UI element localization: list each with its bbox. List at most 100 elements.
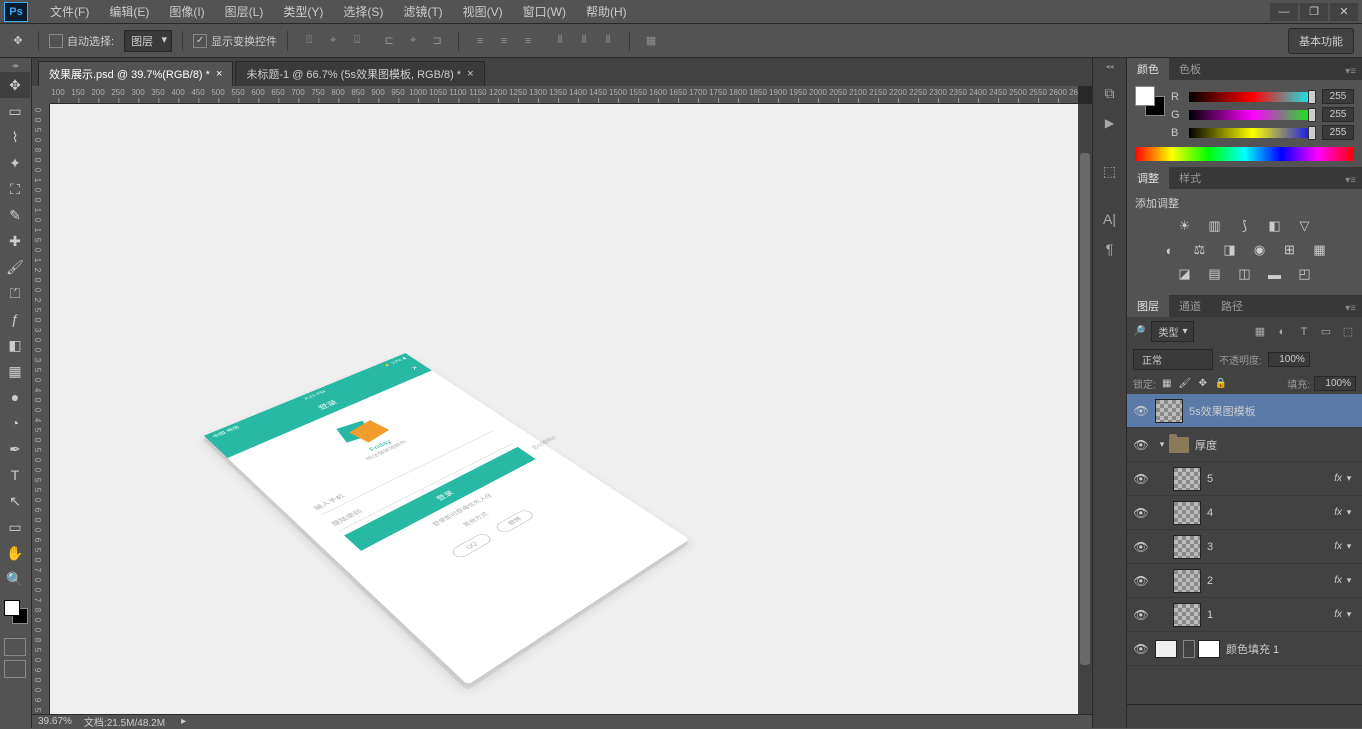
colorlookup-icon[interactable]: ▦ [1310, 241, 1330, 259]
type-tool[interactable]: T [0, 462, 30, 488]
threshold-icon[interactable]: ◫ [1235, 265, 1255, 283]
dist-left-icon[interactable]: ⦀ [549, 30, 571, 52]
menu-file[interactable]: 文件(F) [40, 3, 99, 20]
close-button[interactable]: ✕ [1330, 3, 1358, 21]
dist-vcenter-icon[interactable]: ≡ [493, 30, 515, 52]
g-slider[interactable] [1189, 110, 1316, 120]
colorbalance-icon[interactable]: ⚖ [1190, 241, 1210, 259]
r-slider[interactable] [1189, 92, 1316, 102]
channels-tab[interactable]: 通道 [1169, 295, 1211, 317]
filter-shape-icon[interactable]: ▭ [1318, 324, 1334, 340]
paragraph-panel-icon[interactable]: ¶ [1097, 236, 1123, 262]
actions-panel-icon[interactable]: ▶ [1097, 110, 1123, 136]
move-tool[interactable]: ✥ [0, 72, 30, 98]
lock-transparent-icon[interactable]: ▦ [1160, 377, 1174, 391]
hue-icon[interactable]: ◐ [1160, 241, 1180, 259]
visibility-icon[interactable]: 👁 [1127, 608, 1155, 622]
minimize-button[interactable]: — [1270, 3, 1298, 21]
layer-row[interactable]: 👁颜色填充 1 [1127, 632, 1362, 666]
color-panel-swatches[interactable] [1135, 86, 1165, 116]
visibility-icon[interactable]: 👁 [1127, 642, 1155, 656]
blackwhite-icon[interactable]: ◨ [1220, 241, 1240, 259]
selective-icon[interactable]: ◰ [1295, 265, 1315, 283]
dist-right-icon[interactable]: ⦀ [597, 30, 619, 52]
workspace-button[interactable]: 基本功能 [1288, 28, 1354, 54]
zoom-tool[interactable]: 🔍 [0, 566, 30, 592]
menu-select[interactable]: 选择(S) [333, 3, 393, 20]
move-tool-icon[interactable]: ✥ [8, 31, 28, 51]
auto-align-icon[interactable]: ▦ [640, 30, 662, 52]
layer-row[interactable]: 👁5s效果图模板 [1127, 394, 1362, 428]
fx-badge[interactable]: fx [1334, 473, 1342, 484]
b-slider[interactable] [1189, 128, 1316, 138]
pen-tool[interactable]: ✒ [0, 436, 30, 462]
lock-all-icon[interactable]: 🔒 [1214, 377, 1228, 391]
opacity-value[interactable]: 100% [1268, 352, 1310, 367]
invert-icon[interactable]: ◪ [1175, 265, 1195, 283]
lock-pixels-icon[interactable]: 🖌 [1178, 377, 1192, 391]
curves-icon[interactable]: ⟆ [1235, 217, 1255, 235]
dist-hcenter-icon[interactable]: ⦀ [573, 30, 595, 52]
canvas[interactable]: 中国 电信4:21 PM⚡ 22% ▮ 登录× Friday 找住宿就用软件 输… [50, 104, 1078, 714]
close-icon[interactable]: × [467, 68, 473, 80]
lasso-tool[interactable]: ⌇ [0, 124, 30, 150]
eraser-tool[interactable]: ◧ [0, 332, 30, 358]
align-vcenter-icon[interactable]: ⌖ [322, 30, 344, 52]
align-top-icon[interactable]: ⍐ [298, 30, 320, 52]
marquee-tool[interactable]: ▭ [0, 98, 30, 124]
filter-adjust-icon[interactable]: ◐ [1274, 324, 1290, 340]
crop-tool[interactable]: ⛶ [0, 176, 30, 202]
align-hcenter-icon[interactable]: ⌖ [402, 30, 424, 52]
photofilter-icon[interactable]: ◉ [1250, 241, 1270, 259]
fx-expand-icon[interactable]: ▾ [1342, 609, 1356, 620]
maximize-button[interactable]: ❐ [1300, 3, 1328, 21]
layer-row[interactable]: 👁5fx▾ [1127, 462, 1362, 496]
stamp-tool[interactable]: ⏍ [0, 280, 30, 306]
r-value[interactable]: 255 [1322, 89, 1354, 104]
menu-help[interactable]: 帮助(H) [576, 3, 637, 20]
visibility-icon[interactable]: 👁 [1127, 574, 1155, 588]
shape-tool[interactable]: ▭ [0, 514, 30, 540]
brightness-icon[interactable]: ☀ [1175, 217, 1195, 235]
auto-select-checkbox[interactable]: 自动选择: [49, 33, 114, 49]
dodge-tool[interactable]: ◔ [0, 410, 30, 436]
exposure-icon[interactable]: ◧ [1265, 217, 1285, 235]
history-brush-tool[interactable]: ƒ [0, 306, 30, 332]
swatches-tab[interactable]: 色板 [1169, 58, 1211, 80]
ruler-horizontal[interactable]: 1001502002503003504004505005506006507007… [50, 86, 1078, 104]
channelmixer-icon[interactable]: ⊞ [1280, 241, 1300, 259]
styles-tab[interactable]: 样式 [1169, 167, 1211, 189]
fill-value[interactable]: 100% [1314, 376, 1356, 391]
visibility-icon[interactable]: 👁 [1127, 506, 1155, 520]
layer-row[interactable]: 👁4fx▾ [1127, 496, 1362, 530]
fx-expand-icon[interactable]: ▾ [1342, 575, 1356, 586]
menu-layer[interactable]: 图层(L) [215, 3, 274, 20]
visibility-icon[interactable]: 👁 [1127, 472, 1155, 486]
fx-expand-icon[interactable]: ▾ [1342, 507, 1356, 518]
ruler-vertical[interactable]: 0050800100101501200250300350400450500550… [32, 104, 50, 714]
visibility-icon[interactable]: 👁 [1127, 540, 1155, 554]
document-tab[interactable]: 未标题-1 @ 66.7% (5s效果图模板, RGB/8) *× [235, 61, 484, 86]
filter-smart-icon[interactable]: ⬚ [1340, 324, 1356, 340]
filter-type-icon[interactable]: T [1296, 324, 1312, 340]
document-tab[interactable]: 效果展示.psd @ 39.7%(RGB/8) *× [38, 61, 233, 86]
adjustments-tab[interactable]: 调整 [1127, 167, 1169, 189]
layers-tab[interactable]: 图层 [1127, 295, 1169, 317]
layer-row[interactable]: 👁3fx▾ [1127, 530, 1362, 564]
dist-top-icon[interactable]: ≡ [469, 30, 491, 52]
color-tab[interactable]: 颜色 [1127, 58, 1169, 80]
color-swatches[interactable] [0, 596, 31, 628]
character-panel-icon[interactable]: A| [1097, 206, 1123, 232]
wand-tool[interactable]: ✦ [0, 150, 30, 176]
filter-select[interactable]: 类型▾ [1151, 321, 1194, 342]
auto-select-target[interactable]: 图层 [124, 30, 172, 52]
panel-menu-icon[interactable]: ▾≡ [1339, 300, 1362, 317]
menu-edit[interactable]: 编辑(E) [99, 3, 159, 20]
fx-badge[interactable]: fx [1334, 575, 1342, 586]
gradient-tool[interactable]: ▦ [0, 358, 30, 384]
expand-icon[interactable]: ▾ [1155, 439, 1169, 450]
menu-image[interactable]: 图像(I) [159, 3, 214, 20]
gradientmap-icon[interactable]: ▬ [1265, 265, 1285, 283]
status-menu-icon[interactable]: ▸ [181, 716, 186, 727]
menu-type[interactable]: 类型(Y) [273, 3, 333, 20]
